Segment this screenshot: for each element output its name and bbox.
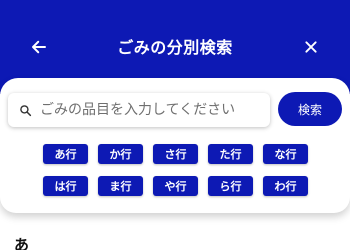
search-field[interactable] [8,93,270,127]
back-button[interactable] [28,36,50,58]
search-panel: 検索 あ行 か行 さ行 た行 な行 は行 ま行 や行 ら行 わ行 [0,78,350,213]
search-input[interactable] [40,102,270,118]
kana-row-ya-button[interactable]: や行 [153,176,198,196]
search-button[interactable]: 検索 [278,92,342,126]
search-icon [18,103,32,117]
kana-row-ra-button[interactable]: ら行 [208,176,253,196]
kana-row-na-button[interactable]: な行 [263,144,308,164]
close-button[interactable] [300,36,322,58]
kana-row-ma-button[interactable]: ま行 [98,176,143,196]
list-section-heading: あ [14,236,30,250]
kana-row-ta-button[interactable]: た行 [208,144,253,164]
kana-row-wa-button[interactable]: わ行 [263,176,308,196]
kana-row-sa-button[interactable]: さ行 [153,144,198,164]
arrow-left-icon [32,40,46,54]
page-title: ごみの分別検索 [117,38,233,57]
kana-row-a-button[interactable]: あ行 [43,144,88,164]
close-icon [305,41,317,53]
kana-row-ha-button[interactable]: は行 [43,176,88,196]
kana-row-filter: あ行 か行 さ行 た行 な行 は行 ま行 や行 ら行 わ行 [43,144,309,196]
garbage-sorting-search-screen: ごみの分別検索 検索 あ行 か行 さ行 た行 な行 は行 ま行 [0,0,350,250]
kana-row-ka-button[interactable]: か行 [98,144,143,164]
